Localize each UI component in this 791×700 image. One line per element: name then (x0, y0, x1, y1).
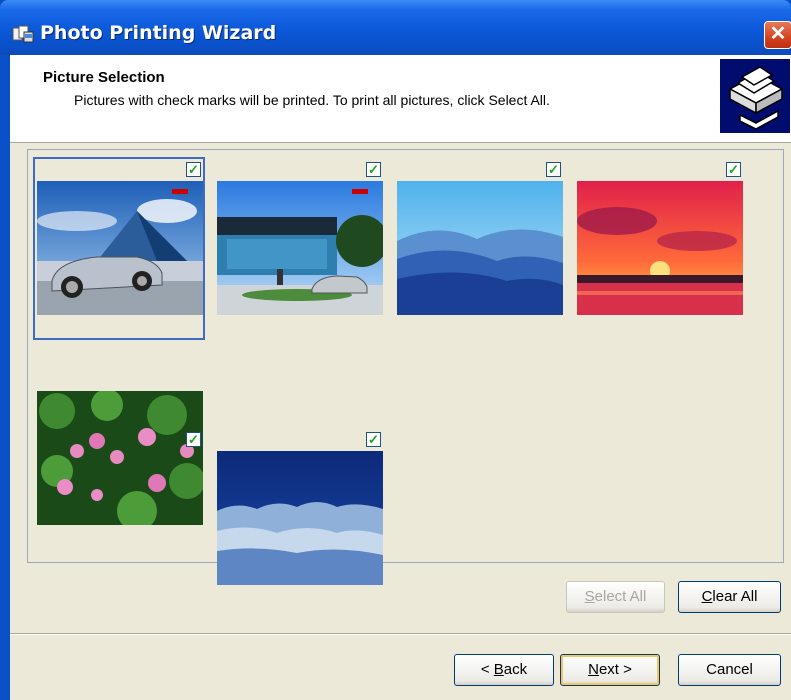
printer-photos-icon (720, 59, 790, 133)
picture-thumbnail-5[interactable] (37, 391, 203, 525)
clear-all-button[interactable]: Clear All (678, 581, 781, 613)
close-button[interactable]: ✕ (764, 21, 791, 49)
next-accelerator: N (588, 661, 599, 678)
back-label: ack (503, 661, 528, 678)
picture-2-checkbox[interactable]: ✓ (366, 162, 381, 177)
back-button[interactable]: < Back (454, 654, 554, 686)
window-title: Photo Printing Wizard (40, 22, 277, 44)
wizard-header: Picture Selection Pictures with check ma… (10, 55, 791, 143)
next-label: ext > (598, 661, 632, 678)
select-all-button[interactable]: Select All (566, 581, 665, 613)
picture-thumbnail-3[interactable] (397, 181, 563, 315)
checkmark-icon: ✓ (188, 432, 199, 447)
page-description: Pictures with check marks will be printe… (74, 92, 550, 108)
wizard-client-area: Picture Selection Pictures with check ma… (10, 55, 791, 700)
checkmark-icon: ✓ (368, 432, 379, 447)
checkmark-icon: ✓ (188, 162, 199, 177)
picture-thumbnail-4[interactable] (577, 181, 743, 315)
select-all-label: elect All (594, 588, 647, 605)
photo-printing-wizard-window: Photo Printing Wizard ✕ Picture Selectio… (0, 0, 791, 700)
wizard-app-icon (12, 25, 34, 43)
checkmark-icon: ✓ (728, 162, 739, 177)
picture-gallery[interactable]: ✓ ✓ ✓ ✓ ✓ ✓ (27, 149, 784, 585)
back-accelerator: B (493, 661, 504, 678)
cancel-button[interactable]: Cancel (678, 654, 781, 686)
picture-4-checkbox[interactable]: ✓ (726, 162, 741, 177)
close-icon: ✕ (769, 23, 787, 45)
picture-thumbnail-2[interactable] (217, 181, 383, 315)
clear-all-label: lear All (712, 588, 758, 605)
title-bar[interactable]: Photo Printing Wizard ✕ (0, 0, 791, 55)
back-label-prefix: < (480, 661, 494, 678)
picture-5-checkbox[interactable]: ✓ (186, 432, 201, 447)
button-separator (10, 633, 791, 635)
next-button[interactable]: Next > (560, 654, 660, 686)
checkmark-icon: ✓ (368, 162, 379, 177)
picture-3-checkbox[interactable]: ✓ (546, 162, 561, 177)
page-title: Picture Selection (43, 69, 165, 86)
picture-thumbnail-6[interactable] (217, 451, 383, 585)
select-all-accelerator: S (584, 588, 595, 605)
cancel-label: Cancel (706, 661, 753, 678)
clear-all-accelerator: C (701, 588, 713, 605)
picture-thumbnail-1[interactable] (37, 181, 203, 315)
checkmark-icon: ✓ (548, 162, 559, 177)
picture-1-checkbox[interactable]: ✓ (186, 162, 201, 177)
picture-6-checkbox[interactable]: ✓ (366, 432, 381, 447)
